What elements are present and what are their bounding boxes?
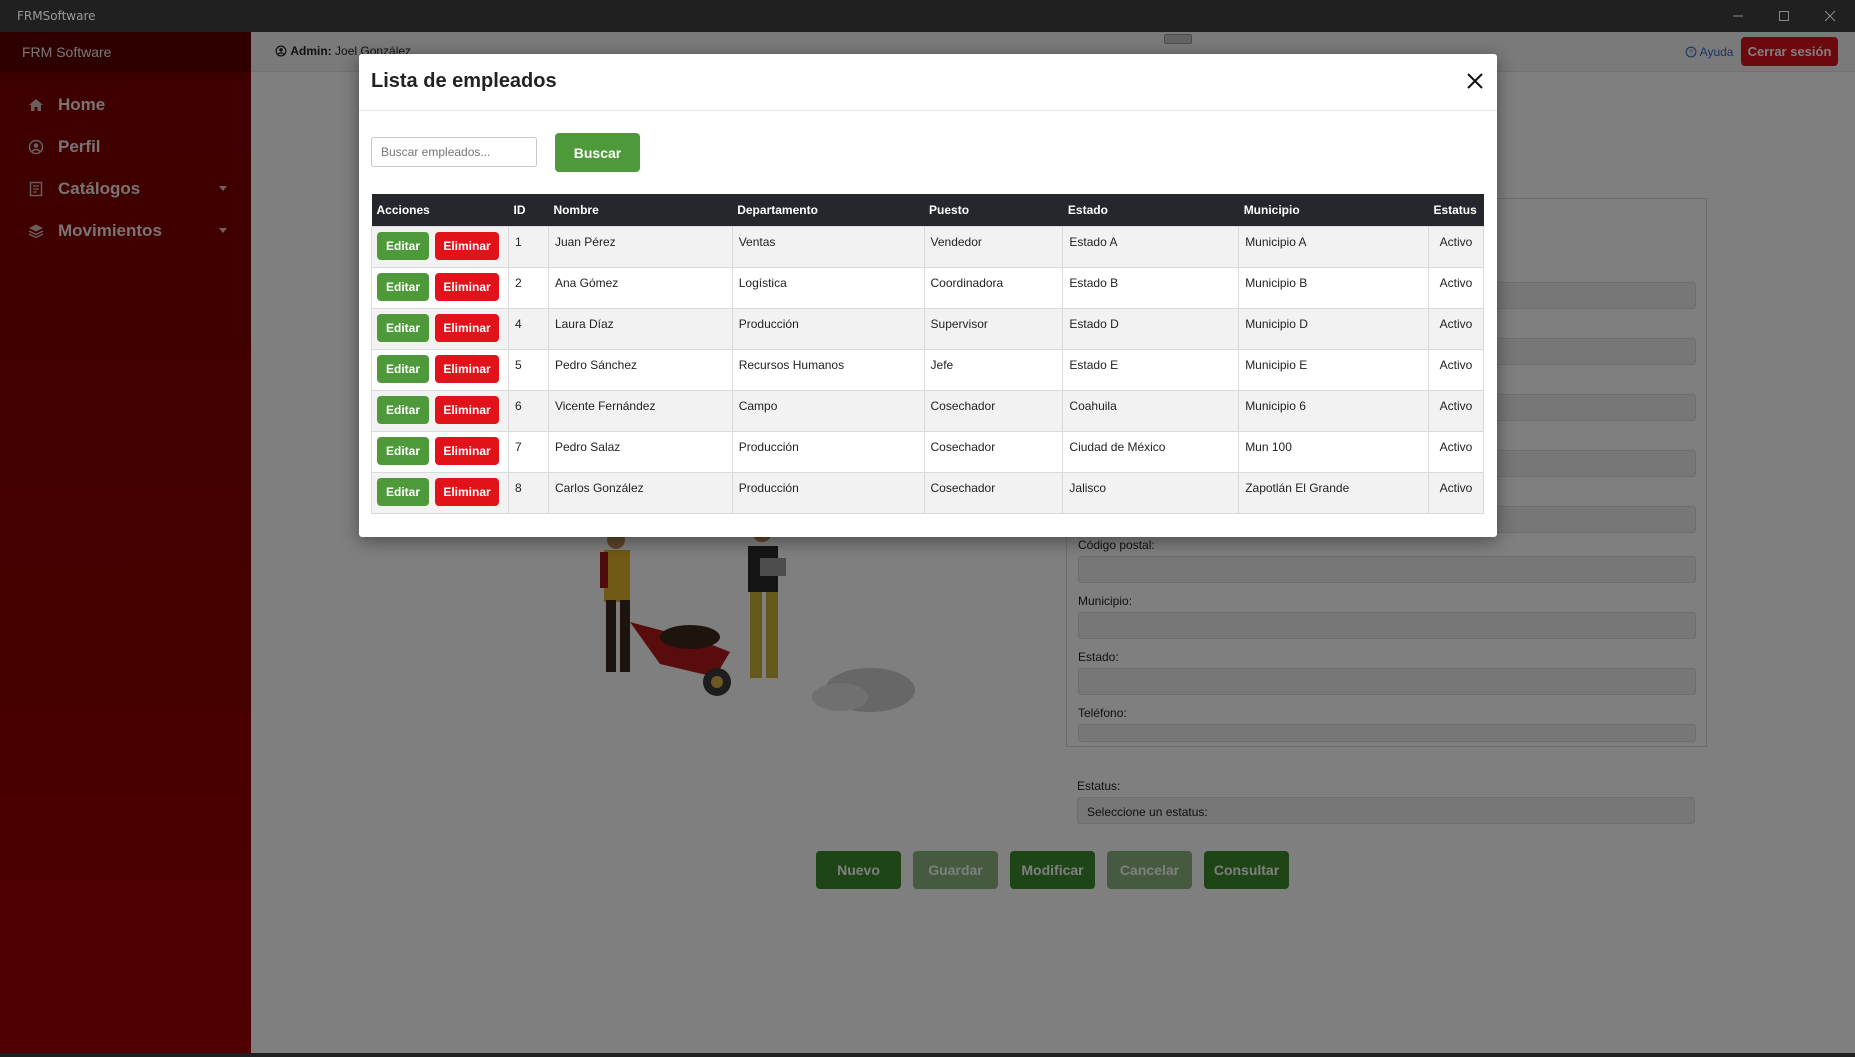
cell-municipio: Municipio A xyxy=(1238,225,1429,268)
column-header: Nombre xyxy=(548,194,733,226)
cell-puesto: Coordinadora xyxy=(923,266,1064,309)
cell-departamento: Producción xyxy=(731,471,925,514)
cell-departamento: Campo xyxy=(731,389,925,432)
edit-button[interactable]: Editar xyxy=(377,395,429,424)
employee-list-modal: Lista de empleados Buscar Acciones ID No… xyxy=(359,54,1497,537)
cell-departamento: Producción xyxy=(731,430,925,473)
cell-nombre: Vicente Fernández xyxy=(547,389,733,432)
edit-button[interactable]: Editar xyxy=(377,272,429,301)
cell-estatus: Activo xyxy=(1427,307,1485,350)
cell-nombre: Ana Gómez xyxy=(547,266,733,309)
column-header: Departamento xyxy=(732,194,925,226)
cell-municipio: Municipio 6 xyxy=(1238,389,1429,432)
cell-id: 4 xyxy=(507,307,549,350)
cell-nombre: Juan Pérez xyxy=(547,225,733,268)
cell-departamento: Ventas xyxy=(731,225,925,268)
cell-estado: Ciudad de México xyxy=(1062,430,1240,473)
delete-button[interactable]: Eliminar xyxy=(435,272,499,301)
row-actions: Editar Eliminar xyxy=(371,266,509,309)
table-row: Editar Eliminar 6 Vicente Fernández Campo… xyxy=(371,389,1485,432)
table-row: Editar Eliminar 8 Carlos González Producc… xyxy=(371,471,1485,514)
table-body: Editar Eliminar 1 Juan Pérez Ventas Vende… xyxy=(371,225,1485,514)
row-actions: Editar Eliminar xyxy=(371,348,509,391)
cell-municipio: Municipio B xyxy=(1238,266,1429,309)
cell-nombre: Laura Díaz xyxy=(547,307,733,350)
delete-button[interactable]: Eliminar xyxy=(435,395,499,424)
delete-button[interactable]: Eliminar xyxy=(435,313,499,342)
row-actions: Editar Eliminar xyxy=(371,430,509,473)
table-row: Editar Eliminar 1 Juan Pérez Ventas Vende… xyxy=(371,225,1485,268)
cell-departamento: Logística xyxy=(731,266,925,309)
column-header: ID xyxy=(508,194,549,226)
cell-estatus: Activo xyxy=(1427,471,1485,514)
row-actions: Editar Eliminar xyxy=(371,225,509,268)
cell-id: 6 xyxy=(507,389,549,432)
edit-button[interactable]: Editar xyxy=(377,354,429,383)
cell-nombre: Pedro Sánchez xyxy=(547,348,733,391)
delete-button[interactable]: Eliminar xyxy=(435,231,499,260)
cell-municipio: Municipio D xyxy=(1238,307,1429,350)
cell-id: 7 xyxy=(507,430,549,473)
cell-puesto: Vendedor xyxy=(923,225,1064,268)
delete-button[interactable]: Eliminar xyxy=(435,354,499,383)
cell-puesto: Cosechador xyxy=(923,389,1064,432)
window-title: FRMSoftware xyxy=(17,9,96,23)
row-actions: Editar Eliminar xyxy=(371,471,509,514)
cell-estatus: Activo xyxy=(1427,430,1485,473)
window-titlebar: FRMSoftware xyxy=(0,0,1855,32)
cell-nombre: Carlos González xyxy=(547,471,733,514)
cell-estatus: Activo xyxy=(1427,225,1485,268)
delete-button[interactable]: Eliminar xyxy=(435,436,499,465)
edit-button[interactable]: Editar xyxy=(377,436,429,465)
table-row: Editar Eliminar 5 Pedro Sánchez Recursos … xyxy=(371,348,1485,391)
close-icon[interactable] xyxy=(1461,67,1489,95)
cell-id: 5 xyxy=(507,348,549,391)
cell-estatus: Activo xyxy=(1427,389,1485,432)
edit-button[interactable]: Editar xyxy=(377,477,429,506)
cell-nombre: Pedro Salaz xyxy=(547,430,733,473)
cell-municipio: Municipio E xyxy=(1238,348,1429,391)
cell-municipio: Mun 100 xyxy=(1238,430,1429,473)
row-actions: Editar Eliminar xyxy=(371,389,509,432)
minimize-icon[interactable] xyxy=(1715,0,1761,32)
cell-puesto: Supervisor xyxy=(923,307,1064,350)
cell-puesto: Cosechador xyxy=(923,471,1064,514)
column-header: Puesto xyxy=(924,194,1063,226)
table-row: Editar Eliminar 2 Ana Gómez Logística Coo… xyxy=(371,266,1485,309)
maximize-icon[interactable] xyxy=(1761,0,1807,32)
search-button[interactable]: Buscar xyxy=(555,133,640,172)
search-input[interactable] xyxy=(371,137,537,167)
close-window-icon[interactable] xyxy=(1807,0,1853,32)
row-actions: Editar Eliminar xyxy=(371,307,509,350)
cell-estado: Estado B xyxy=(1062,266,1240,309)
cell-id: 2 xyxy=(507,266,549,309)
cell-id: 8 xyxy=(507,471,549,514)
cell-estado: Estado D xyxy=(1062,307,1240,350)
cell-estado: Estado A xyxy=(1062,225,1240,268)
edit-button[interactable]: Editar xyxy=(377,313,429,342)
delete-button[interactable]: Eliminar xyxy=(435,477,499,506)
cell-estado: Estado E xyxy=(1062,348,1240,391)
cell-estatus: Activo xyxy=(1427,348,1485,391)
cell-estado: Coahuila xyxy=(1062,389,1240,432)
edit-button[interactable]: Editar xyxy=(377,231,429,260)
cell-estado: Jalisco xyxy=(1062,471,1240,514)
column-header: Estatus xyxy=(1428,194,1484,226)
column-header: Municipio xyxy=(1238,194,1429,226)
cell-puesto: Jefe xyxy=(923,348,1064,391)
table-row: Editar Eliminar 7 Pedro Salaz Producción … xyxy=(371,430,1485,473)
table-header-row: Acciones ID Nombre Departamento Puesto E… xyxy=(371,194,1484,226)
cell-estatus: Activo xyxy=(1427,266,1485,309)
column-header: Estado xyxy=(1062,194,1239,226)
table-row: Editar Eliminar 4 Laura Díaz Producción S… xyxy=(371,307,1485,350)
modal-header: Lista de empleados xyxy=(359,54,1497,111)
cell-departamento: Recursos Humanos xyxy=(731,348,925,391)
cell-municipio: Zapotlán El Grande xyxy=(1238,471,1429,514)
cell-departamento: Producción xyxy=(731,307,925,350)
cell-id: 1 xyxy=(507,225,549,268)
column-header: Acciones xyxy=(371,194,509,226)
modal-title: Lista de empleados xyxy=(371,70,557,92)
employee-table: Acciones ID Nombre Departamento Puesto E… xyxy=(371,194,1485,514)
cell-puesto: Cosechador xyxy=(923,430,1064,473)
